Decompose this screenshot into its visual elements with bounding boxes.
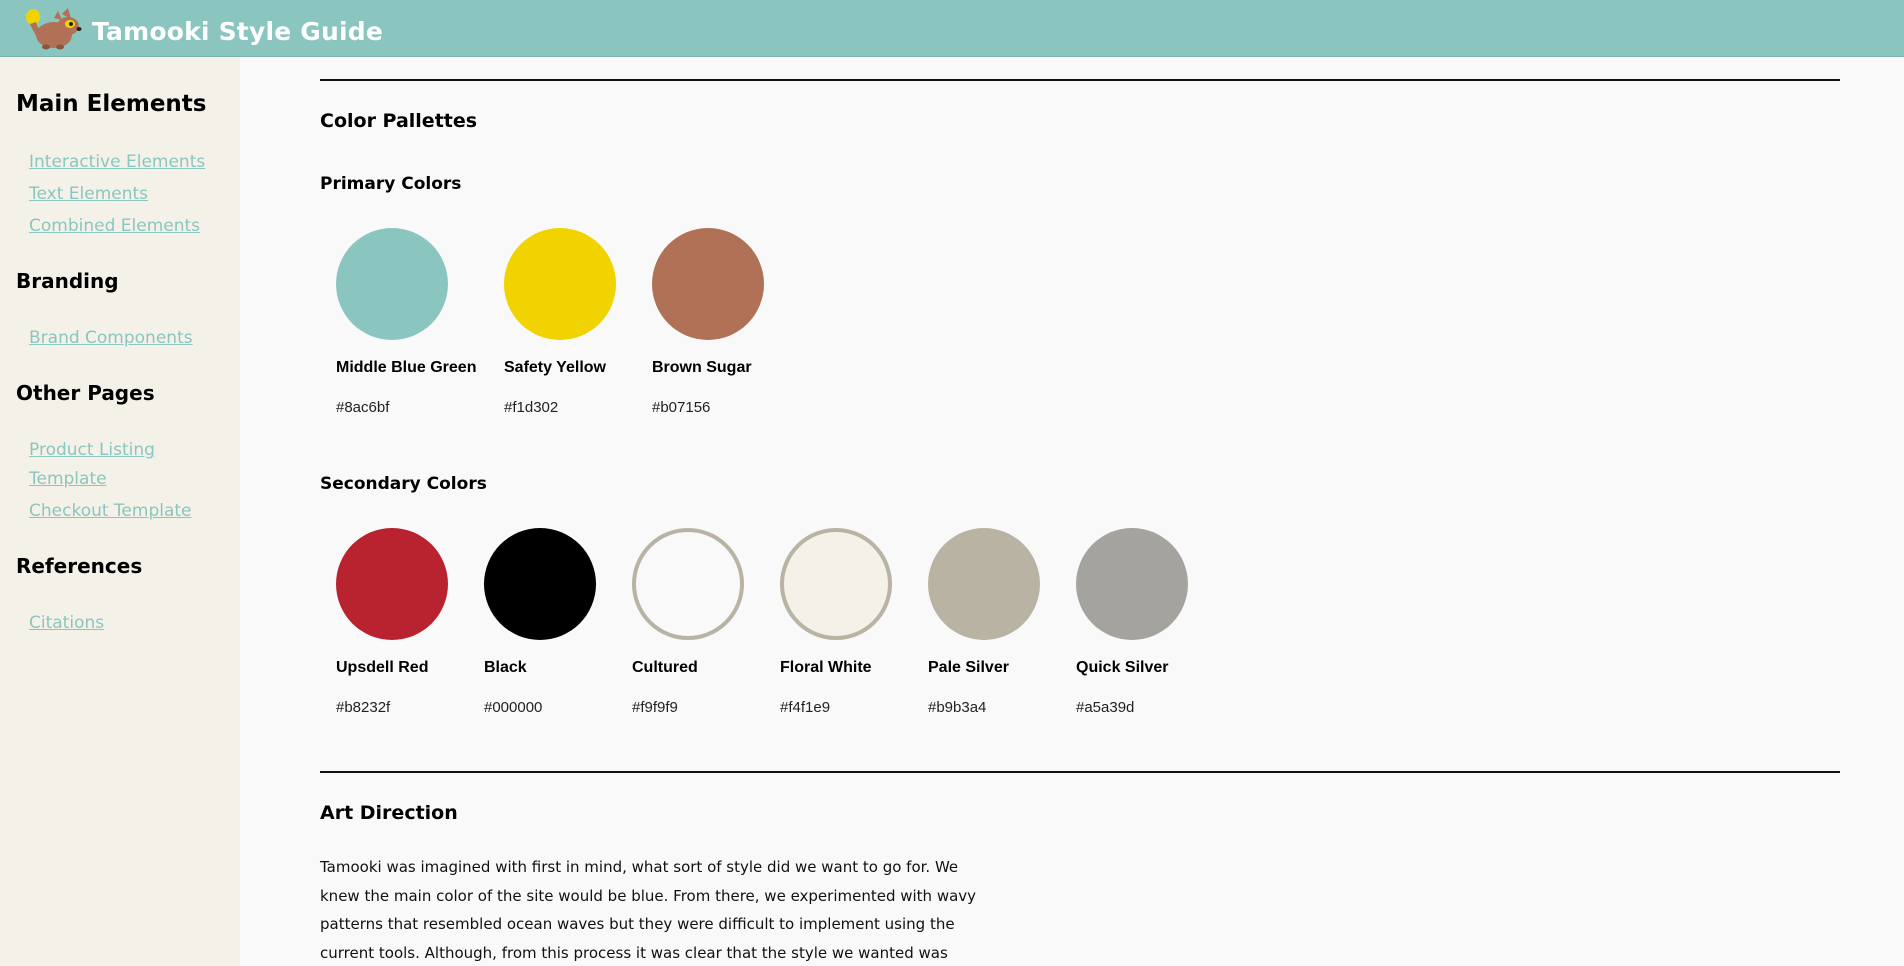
color-palettes-heading: Color Pallettes (320, 110, 478, 132)
color-circle (780, 528, 892, 640)
color-hex: #8ac6bf (336, 399, 390, 416)
color-name: Cultured (632, 659, 698, 676)
raccoon-logo-icon[interactable] (24, 8, 82, 50)
color-name: Black (484, 659, 527, 676)
color-circle (652, 228, 764, 340)
color-swatch: Upsdell Red #b8232f (336, 528, 476, 716)
nav-heading-branding: Branding (16, 269, 119, 293)
color-swatch: Quick Silver #a5a39d (1076, 528, 1216, 716)
color-swatch: Black #000000 (484, 528, 624, 716)
color-swatch: Safety Yellow #f1d302 (504, 228, 644, 416)
secondary-colors-heading: Secondary Colors (320, 474, 487, 494)
section-divider (320, 79, 1840, 81)
section-divider (320, 771, 1840, 773)
site-title[interactable]: Tamooki Style Guide (92, 17, 383, 46)
color-hex: #a5a39d (1076, 699, 1135, 716)
sidebar-nav: Main Elements Interactive Elements Text … (0, 57, 240, 966)
nav-link-product-listing-template[interactable]: Product Listing Template (29, 436, 199, 494)
color-circle (484, 528, 596, 640)
art-direction-paragraph: Tamooki was imagined with first in mind,… (320, 858, 977, 962)
color-hex: #b9b3a4 (928, 699, 987, 716)
color-name: Safety Yellow (504, 359, 606, 376)
color-swatch: Middle Blue Green #8ac6bf (336, 228, 476, 416)
color-hex: #b8232f (336, 699, 391, 716)
nav-heading-main-elements: Main Elements (16, 91, 207, 117)
color-name: Quick Silver (1076, 659, 1169, 676)
color-hex: #000000 (484, 699, 543, 716)
color-name: Middle Blue Green (336, 359, 477, 376)
color-circle (632, 528, 744, 640)
nav-link-brand-components[interactable]: Brand Components (29, 324, 193, 353)
color-swatch: Floral White #f4f1e9 (780, 528, 920, 716)
color-circle (336, 528, 448, 640)
color-swatch: Brown Sugar #b07156 (652, 228, 792, 416)
nav-heading-references: References (16, 554, 143, 578)
primary-colors-heading: Primary Colors (320, 174, 462, 194)
top-header-bar: Tamooki Style Guide (0, 0, 1904, 57)
main-content: Color Pallettes Primary Colors Middle Bl… (240, 57, 1904, 966)
color-name: Brown Sugar (652, 359, 752, 376)
color-circle (1076, 528, 1188, 640)
nav-link-interactive-elements[interactable]: Interactive Elements (29, 148, 205, 177)
color-swatch: Pale Silver #b9b3a4 (928, 528, 1068, 716)
color-circle (928, 528, 1040, 640)
color-hex: #f9f9f9 (632, 699, 678, 716)
color-name: Upsdell Red (336, 659, 429, 676)
color-name: Floral White (780, 659, 872, 676)
art-direction-heading: Art Direction (320, 802, 458, 824)
nav-link-citations[interactable]: Citations (29, 609, 104, 638)
color-hex: #f4f1e9 (780, 699, 831, 716)
color-name: Pale Silver (928, 659, 1009, 676)
color-swatch: Cultured #f9f9f9 (632, 528, 772, 716)
color-hex: #f1d302 (504, 399, 559, 416)
nav-link-text-elements[interactable]: Text Elements (29, 180, 148, 209)
color-hex: #b07156 (652, 399, 711, 416)
nav-heading-other-pages: Other Pages (16, 381, 155, 405)
nav-link-combined-elements[interactable]: Combined Elements (29, 212, 200, 241)
color-circle (504, 228, 616, 340)
nav-link-checkout-template[interactable]: Checkout Template (29, 497, 192, 526)
color-circle (336, 228, 448, 340)
